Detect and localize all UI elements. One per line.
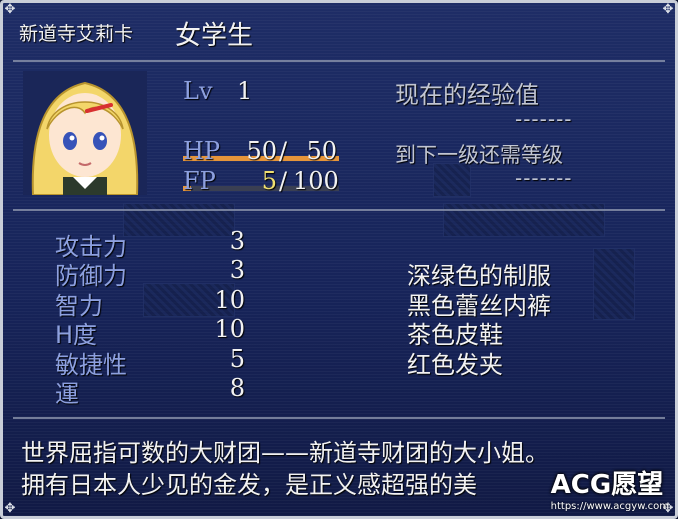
hp-max: 50: [306, 137, 337, 165]
hp-separator: /: [279, 137, 288, 165]
next-level-exp-value: -------: [515, 166, 573, 190]
stat-value-attack: 3: [229, 227, 245, 255]
next-level-exp-label: 到下一级还需等级: [395, 143, 563, 167]
stat-value-agility: 5: [229, 345, 245, 373]
fp-separator: /: [279, 167, 288, 195]
divider: [13, 417, 665, 419]
stat-value-luck: 8: [229, 374, 245, 402]
equipment-item-hairclip: 红色发夹: [407, 351, 503, 379]
divider: [13, 209, 665, 211]
character-class: 女学生: [175, 21, 254, 51]
level-value: 1: [237, 77, 253, 105]
hp-label: HP: [183, 137, 221, 165]
status-window: ✥ ✥ ✥ ✥ 新道寺艾莉卡 女学生 Lv 1 现在的经验值 ------- 到…: [0, 0, 678, 519]
corner-ornament-icon: ✥: [4, 2, 16, 17]
corner-ornament-icon: ✥: [4, 501, 16, 516]
fp-current: 5: [261, 167, 277, 195]
watermark-url: https://www.acgyw.com: [550, 501, 669, 512]
stat-value-h-degree: 10: [214, 315, 245, 343]
stat-value-intelligence: 10: [214, 286, 245, 314]
character-name: 新道寺艾莉卡: [19, 23, 134, 45]
hp-current: 50: [246, 137, 277, 165]
background-tile: [593, 248, 635, 320]
watermark-brand: ACG愿望: [550, 470, 664, 500]
character-portrait: [23, 71, 147, 195]
stat-value-defense: 3: [229, 256, 245, 284]
watermark: ACG愿望 https://www.acgyw.com: [551, 464, 669, 512]
current-exp-value: -------: [515, 107, 573, 131]
fp-max: 100: [293, 167, 339, 195]
divider: [13, 60, 665, 62]
stat-label-luck: 運: [55, 380, 79, 408]
description-line-2: 拥有日本人少见的金发，是正义感超强的美: [21, 471, 477, 499]
fp-label: FP: [183, 167, 216, 195]
description-line-1: 世界屈指可数的大财团——新道寺财团的大小姐。: [21, 439, 549, 467]
corner-ornament-icon: ✥: [662, 2, 674, 17]
current-exp-label: 现在的经验值: [395, 81, 539, 109]
level-label: Lv: [183, 77, 213, 105]
